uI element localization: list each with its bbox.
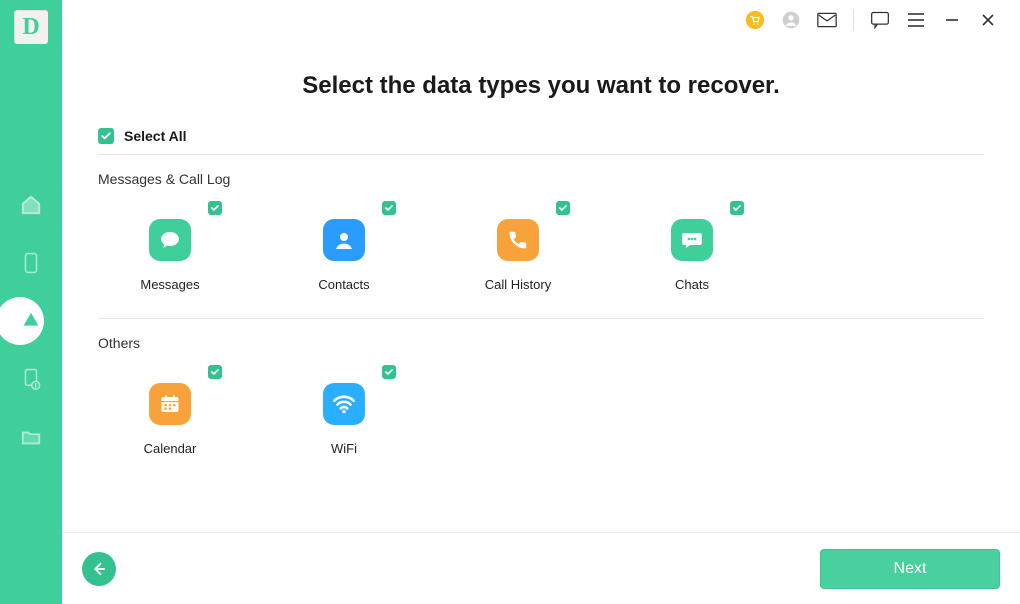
- item-messages-label: Messages: [140, 277, 199, 292]
- sidebar: D: [0, 0, 62, 604]
- item-wifi-checkbox[interactable]: [382, 365, 396, 379]
- nav-phone[interactable]: [20, 252, 42, 274]
- item-contacts[interactable]: Contacts: [300, 205, 388, 292]
- item-messages[interactable]: Messages: [126, 205, 214, 292]
- nav-folder[interactable]: [20, 426, 42, 448]
- calendar-icon: [149, 383, 191, 425]
- item-call-history-label: Call History: [485, 277, 551, 292]
- app-logo-letter: D: [22, 14, 39, 41]
- item-wifi-label: WiFi: [331, 441, 357, 456]
- item-contacts-label: Contacts: [318, 277, 369, 292]
- title-separator: [853, 9, 854, 31]
- phone-icon: [497, 219, 539, 261]
- cart-icon[interactable]: [745, 10, 765, 30]
- select-all-label: Select All: [124, 128, 187, 144]
- title-bar: [62, 0, 1020, 40]
- next-button-label: Next: [894, 560, 927, 578]
- sidebar-nav: [0, 194, 62, 448]
- app-logo: D: [14, 10, 48, 44]
- select-all-row[interactable]: Select All: [92, 128, 990, 154]
- page-title: Select the data types you want to recove…: [92, 72, 990, 100]
- chats-icon: [671, 219, 713, 261]
- app-window: D: [0, 0, 1020, 604]
- footer-bar: Next: [62, 532, 1020, 604]
- nav-home[interactable]: [20, 194, 42, 216]
- feedback-icon[interactable]: [870, 10, 890, 30]
- item-wifi[interactable]: WiFi: [300, 369, 388, 456]
- contacts-icon: [323, 219, 365, 261]
- main-panel: Select the data types you want to recove…: [62, 0, 1020, 604]
- minimize-icon[interactable]: [942, 10, 962, 30]
- nav-device-alert[interactable]: [20, 368, 42, 390]
- user-icon[interactable]: [781, 10, 801, 30]
- content-area: Select the data types you want to recove…: [62, 40, 1020, 532]
- section-title-0: Messages & Call Log: [92, 155, 990, 199]
- section-1-items: Calendar WiFi: [120, 363, 990, 482]
- item-calendar-checkbox[interactable]: [208, 365, 222, 379]
- item-chats-checkbox[interactable]: [730, 201, 744, 215]
- item-chats-label: Chats: [675, 277, 709, 292]
- section-0-items: Messages Contacts Call History: [120, 199, 990, 318]
- close-icon[interactable]: [978, 10, 998, 30]
- wifi-icon: [323, 383, 365, 425]
- nav-drive-active[interactable]: [20, 310, 42, 332]
- item-calendar[interactable]: Calendar: [126, 369, 214, 456]
- select-all-checkbox[interactable]: [98, 128, 114, 144]
- next-button[interactable]: Next: [820, 549, 1000, 589]
- item-call-history-checkbox[interactable]: [556, 201, 570, 215]
- mail-icon[interactable]: [817, 10, 837, 30]
- section-title-1: Others: [92, 319, 990, 363]
- messages-icon: [149, 219, 191, 261]
- item-chats[interactable]: Chats: [648, 205, 736, 292]
- back-button[interactable]: [82, 552, 116, 586]
- menu-icon[interactable]: [906, 10, 926, 30]
- item-calendar-label: Calendar: [144, 441, 197, 456]
- item-call-history[interactable]: Call History: [474, 205, 562, 292]
- item-contacts-checkbox[interactable]: [382, 201, 396, 215]
- item-messages-checkbox[interactable]: [208, 201, 222, 215]
